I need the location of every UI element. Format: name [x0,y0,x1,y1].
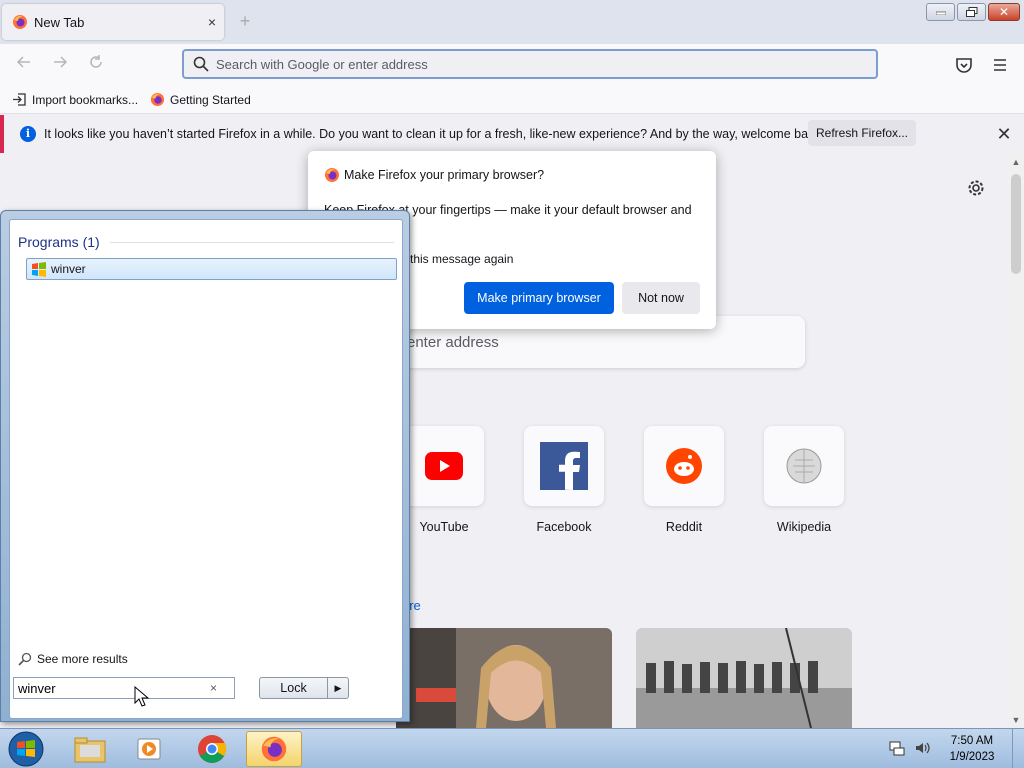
lock-button[interactable]: Lock [260,678,328,698]
start-menu-results-pane: Programs (1) winver See more results [9,219,403,719]
top-site-label: Facebook [536,520,592,534]
scroll-up-icon[interactable]: ▲ [1008,154,1024,170]
new-tab-button[interactable]: + [234,10,256,32]
clock-time: 7:50 AM [950,735,994,747]
clear-search-icon[interactable]: × [210,681,217,695]
scroll-down-icon[interactable]: ▼ [1008,712,1024,728]
top-site-label: Reddit [665,520,703,534]
page-scrollbar[interactable]: ▲ ▼ [1008,154,1024,728]
shutdown-options-arrow-icon[interactable]: ▶ [328,678,348,698]
programs-header-label: Programs (1) [18,234,100,250]
story-photo [636,628,852,728]
firefox-icon [261,736,287,762]
start-search-box[interactable]: × [13,677,235,699]
dialog-title: Make Firefox your primary browser? [344,168,545,182]
taskbar-file-explorer[interactable] [62,731,118,767]
top-site-label: Wikipedia [776,520,832,534]
firefox-icon [325,168,339,182]
minimize-button[interactable] [926,3,955,21]
restore-icon [965,7,977,17]
bookmark-label: Import bookmarks... [32,92,139,107]
network-icon[interactable] [888,739,906,757]
story-photo [396,628,612,728]
address-bar[interactable] [182,49,878,79]
see-more-results-link[interactable]: See more results [18,652,128,666]
pocket-icon[interactable] [954,55,974,75]
navigation-toolbar [0,44,1024,86]
forward-arrow-icon [54,56,68,68]
taskbar-media-player[interactable] [122,731,178,767]
youtube-icon [425,452,463,480]
minimize-icon [935,11,946,15]
top-site-wikipedia[interactable]: Wikipedia [744,426,864,534]
refresh-notification-bar: i It looks like you haven’t started Fire… [0,115,1024,153]
bookmark-import[interactable]: Import bookmarks... [12,92,138,107]
window-close-button[interactable]: ✕ [988,3,1020,21]
notification-message: It looks like you haven’t started Firefo… [44,127,825,141]
start-button[interactable] [6,730,46,768]
reload-icon [90,55,102,68]
top-site-facebook[interactable]: Facebook [504,426,624,534]
bookmark-getting-started[interactable]: Getting Started [150,92,251,107]
newtab-search-placeholder: enter address [407,333,499,351]
address-input[interactable] [216,56,876,72]
system-tray [888,739,932,757]
firefox-icon [150,92,165,107]
restore-button[interactable] [957,3,986,21]
taskbar-chrome[interactable] [184,731,240,767]
lock-button-group: Lock ▶ [259,677,349,699]
taskbar-firefox[interactable] [246,731,302,767]
tab-title: New Tab [34,14,85,30]
search-icon [193,56,209,72]
bookmarks-toolbar: Import bookmarks... Getting Started [0,86,1024,114]
scrollbar-thumb[interactable] [1011,174,1021,274]
forward-button[interactable] [48,54,72,76]
taskbar: 7:50 AM 1/9/2023 [0,728,1024,768]
folder-icon [74,737,106,763]
back-arrow-icon [16,56,30,68]
gear-icon[interactable] [966,178,986,198]
import-icon [13,93,26,106]
taskbar-clock[interactable]: 7:50 AM 1/9/2023 [940,733,1004,765]
story-card-image[interactable] [396,628,612,728]
firefox-icon [13,15,27,29]
tab-new-tab[interactable]: New Tab × [2,4,224,40]
reddit-icon [666,448,702,484]
program-result-winver[interactable]: winver [26,258,397,280]
facebook-icon [540,442,588,490]
program-result-label: winver [51,262,86,276]
notification-close-button[interactable]: ✕ [994,124,1014,144]
start-search-input[interactable] [18,680,208,696]
tab-close-button[interactable]: × [200,14,224,30]
programs-section-header: Programs (1) [18,234,394,250]
wikipedia-icon [786,448,822,484]
magnifier-icon [18,652,32,666]
bookmark-label: Getting Started [170,92,251,107]
back-button[interactable] [12,54,36,76]
not-now-button[interactable]: Not now [622,282,700,314]
checkbox-label: this message again [410,252,514,266]
start-menu: Programs (1) winver See more results × L… [0,210,410,722]
see-more-label: See more results [37,652,128,666]
volume-icon[interactable] [914,739,932,757]
story-card-image[interactable] [636,628,852,728]
section-divider [109,241,394,243]
chrome-icon [198,735,227,763]
dialog-header: Make Firefox your primary browser? [324,167,544,183]
windows-flag-icon [32,262,46,277]
top-site-reddit[interactable]: Reddit [624,426,744,534]
hamburger-menu-icon[interactable] [990,55,1010,75]
make-primary-browser-button[interactable]: Make primary browser [464,282,614,314]
show-desktop-button[interactable] [1012,729,1024,768]
info-icon: i [20,126,36,142]
mouse-cursor-icon [134,686,150,707]
refresh-firefox-button[interactable]: Refresh Firefox... [808,120,916,146]
tab-strip: New Tab × + ✕ [0,0,1024,44]
clock-date: 1/9/2023 [949,751,995,763]
reload-button[interactable] [84,54,108,76]
media-player-icon [137,738,161,760]
